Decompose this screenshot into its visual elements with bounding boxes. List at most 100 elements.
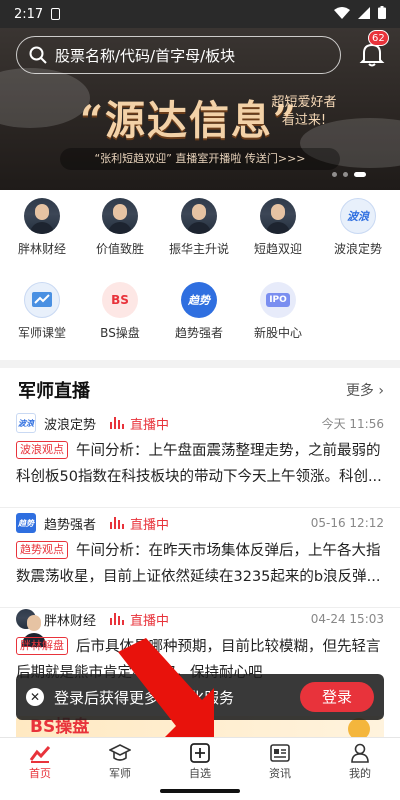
author-avatar: 波浪 [16, 413, 36, 433]
grid-item-label: 胖林财经 [17, 242, 66, 256]
news-icon [270, 744, 290, 762]
post-excerpt: 波浪观点 午间分析：上午盘面震荡整理走势，之前最弱的 科创板50指数在科技板块的带… [16, 438, 384, 490]
post-text-line-1: 午间分析：在昨天市场集体反弹后，上午各大指 [76, 543, 381, 559]
author-name: 波浪定势 [44, 417, 97, 433]
grid-item-qushi[interactable]: 趋势 趋势强者 [159, 282, 239, 341]
home-icon [29, 746, 51, 763]
post-text-line-2: 科创板50指数在科技板块的带动下今天上午领涨。科创... [16, 469, 382, 485]
tab-home[interactable]: 首页 [0, 738, 80, 783]
post-tag: 胖林解盘 [16, 637, 68, 655]
post-tag: 波浪观点 [16, 441, 68, 459]
grid-item-ipo[interactable]: IPO 新股中心 [238, 282, 318, 341]
search-input[interactable]: 股票名称/代码/首字母/板块 [16, 36, 341, 74]
live-card[interactable]: 波浪 波浪定势 直播中 今天 11:56 波浪观点 午间分析：上午盘面震荡整理走势… [0, 410, 400, 508]
avatar [102, 198, 138, 234]
live-status: 直播中 [130, 517, 170, 533]
grid-item-panglin[interactable]: 胖林财经 [2, 198, 82, 257]
post-excerpt: 趋势观点 午间分析：在昨天市场集体反弹后，上午各大指 数震荡收星，目前上证依然延续… [16, 538, 384, 590]
post-tag: 趋势观点 [16, 541, 68, 559]
ipo-icon: IPO [260, 282, 296, 318]
author-name: 胖林财经 [44, 613, 97, 629]
live-status: 直播中 [130, 417, 170, 433]
system-nav-bar [0, 783, 400, 800]
post-text-line-1: 午间分析：上午盘面震荡整理走势，之前最弱的 [76, 443, 381, 459]
carousel-indicator [332, 172, 366, 177]
tab-label: 我的 [349, 767, 371, 780]
live-bars-icon [110, 613, 125, 625]
status-bar: 2:17 [0, 0, 400, 28]
tab-watchlist[interactable]: 自选 [160, 738, 240, 783]
tab-label: 军师 [109, 767, 131, 780]
grid-item-label: 价值致胜 [95, 242, 144, 256]
post-text-line-2: 数震荡收星，目前上证依然延续在3235起来的b浪反弹... [16, 569, 381, 585]
plus-square-icon [190, 743, 210, 763]
author-avatar: 趋势 [16, 513, 36, 533]
notification-badge: 62 [368, 30, 389, 46]
post-time: 今天 11:56 [321, 416, 384, 431]
tab-mine[interactable]: 我的 [320, 738, 400, 783]
banner-subtitle: “张利短趋双迎” 直播室开播啦 传送门>>> [60, 148, 340, 170]
live-card[interactable]: 趋势 趋势强者 直播中 05-16 12:12 趋势观点 午间分析：在昨天市场集体… [0, 510, 400, 608]
chevron-right-icon: › [378, 383, 384, 399]
banner-tagline-line-2: 看过来! [281, 113, 327, 128]
bottom-tab-bar: 首页 军师 自选 资讯 我的 [0, 737, 400, 783]
home-indicator[interactable] [160, 789, 240, 793]
status-time: 2:17 [14, 6, 44, 22]
grid-item-label: BS操盘 [100, 326, 140, 340]
grid-item-label: 振华主升说 [168, 242, 229, 256]
grid-item-label: 新股中心 [253, 326, 302, 340]
wave-logo-icon: 波浪 [340, 198, 376, 234]
more-link[interactable]: 更多 › [346, 380, 384, 400]
promo-banner[interactable]: 股票名称/代码/首字母/板块 62 “源达信息” 超短爱好者 看过来! “张利短… [0, 28, 400, 190]
avatar [24, 198, 60, 234]
grid-item-jiazhi[interactable]: 价值致胜 [80, 198, 160, 257]
chart-icon [24, 282, 60, 318]
post-time: 05-16 12:12 [310, 516, 384, 530]
search-placeholder: 股票名称/代码/首字母/板块 [55, 46, 236, 65]
graduation-cap-icon [109, 744, 131, 761]
shortcut-grid: 胖林财经 价值致胜 振华主升说 短趋双迎 波浪 波浪定势 军师课堂 BS BS操… [0, 190, 400, 360]
avatar [260, 198, 296, 234]
trend-logo-icon: 趋势 [181, 282, 217, 318]
carousel-dot-active [354, 172, 366, 177]
close-icon[interactable]: ✕ [26, 688, 44, 706]
banner-tagline: 超短爱好者 看过来! [262, 94, 346, 130]
search-icon [29, 46, 47, 64]
grid-item-label: 军师课堂 [17, 326, 66, 340]
tab-news[interactable]: 资讯 [240, 738, 320, 783]
grid-item-bs[interactable]: BS BS操盘 [80, 282, 160, 341]
live-status: 直播中 [130, 613, 170, 629]
author-avatar [16, 609, 46, 647]
peek-text: BS操盘 [30, 717, 90, 737]
avatar [181, 198, 217, 234]
post-time: 04-24 15:03 [310, 612, 384, 626]
carousel-dot [332, 172, 337, 177]
tab-label: 自选 [189, 767, 211, 780]
battery-icon [378, 6, 386, 22]
grid-item-bolang[interactable]: 波浪 波浪定势 [318, 198, 398, 257]
grid-item-duanqu[interactable]: 短趋双迎 [238, 198, 318, 257]
sim-icon [51, 8, 61, 20]
grid-item-junshi-class[interactable]: 军师课堂 [2, 282, 82, 341]
login-button[interactable]: 登录 [300, 682, 374, 712]
user-icon [351, 743, 369, 763]
grid-item-label: 趋势强者 [174, 326, 223, 340]
bs-logo-icon: BS [102, 282, 138, 318]
wifi-icon [334, 6, 350, 22]
live-bars-icon [110, 517, 125, 529]
banner-tagline-line-1: 超短爱好者 [271, 95, 337, 110]
ipo-icon-text: IPO [266, 293, 290, 307]
author-name: 趋势强者 [44, 517, 97, 533]
grid-item-zhenhua[interactable]: 振华主升说 [159, 198, 239, 257]
section-title: 军师直播 [18, 381, 90, 402]
signal-icon [358, 6, 370, 22]
section-header: 军师直播 更多 › [18, 376, 384, 404]
login-toast: ✕ 登录后获得更多个性化服务 登录 [16, 674, 384, 720]
post-text-line-1: 后市具体是哪种预期，目前比较模糊，但先轻言 [76, 639, 381, 655]
coin-icon [348, 718, 370, 738]
grid-item-label: 波浪定势 [333, 242, 382, 256]
grid-item-label: 短趋双迎 [253, 242, 302, 256]
tab-junshi[interactable]: 军师 [80, 738, 160, 783]
carousel-dot [343, 172, 348, 177]
live-bars-icon [110, 417, 125, 429]
